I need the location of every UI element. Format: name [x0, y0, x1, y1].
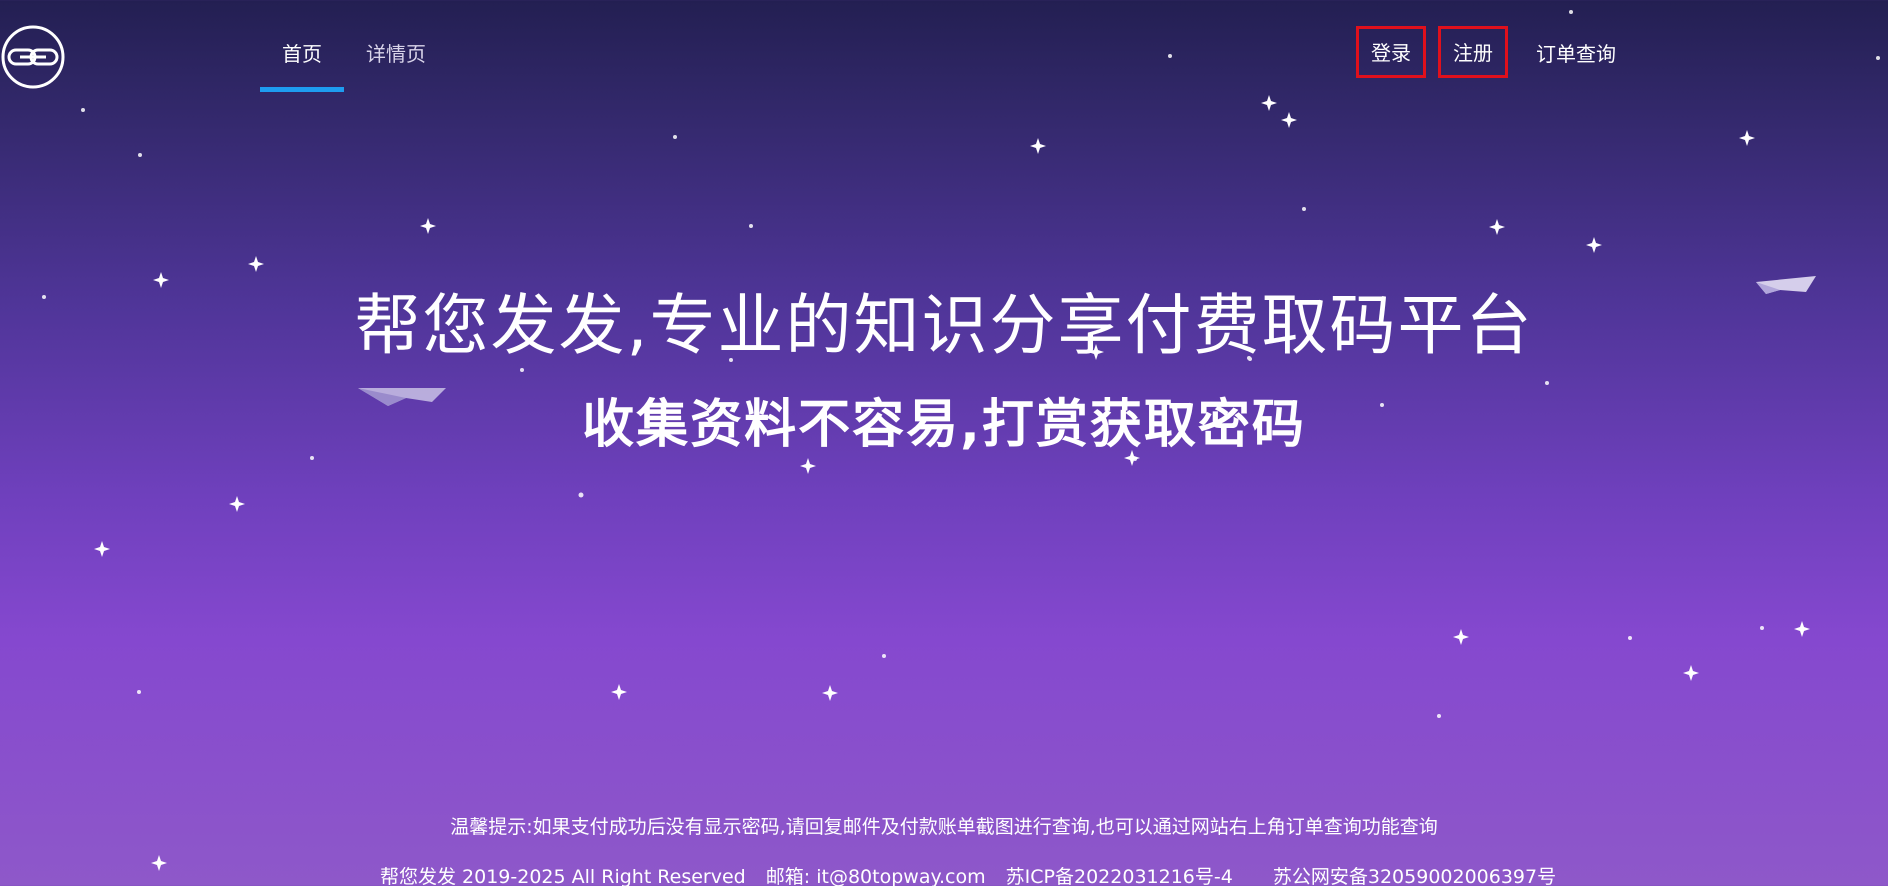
footer-copyright-line: 帮您发发 2019-2025 All Right Reserved 邮箱: it… — [380, 862, 1570, 886]
register-button[interactable]: 注册 — [1438, 26, 1508, 78]
copyright-text: 帮您发发 2019-2025 All Right Reserved — [380, 866, 746, 886]
site-logo[interactable] — [0, 24, 66, 90]
header-actions: 登录 注册 订单查询 — [1356, 26, 1616, 78]
contact-email[interactable]: 邮箱: it@80topway.com — [766, 866, 986, 886]
tab-home[interactable]: 首页 — [260, 0, 344, 92]
footer-tip: 温馨提示:如果支付成功后没有显示密码,请回复邮件及付款账单截图进行查询,也可以通… — [450, 816, 1438, 838]
hero-subtitle: 收集资料不容易,打赏获取密码 — [582, 395, 1306, 455]
police-beian-link[interactable]: 苏公网安备32059002006397号 — [1273, 866, 1556, 886]
login-button[interactable]: 登录 — [1356, 26, 1426, 78]
hero-title: 帮您发发,专业的知识分享付费取码平台 — [354, 287, 1534, 364]
icp-link[interactable]: 苏ICP备2022031216号-4 — [1006, 866, 1233, 886]
link-icon — [1, 25, 65, 89]
tab-details[interactable]: 详情页 — [344, 0, 448, 92]
order-query-link[interactable]: 订单查询 — [1536, 38, 1616, 67]
main-nav: 首页 详情页 — [260, 0, 448, 92]
